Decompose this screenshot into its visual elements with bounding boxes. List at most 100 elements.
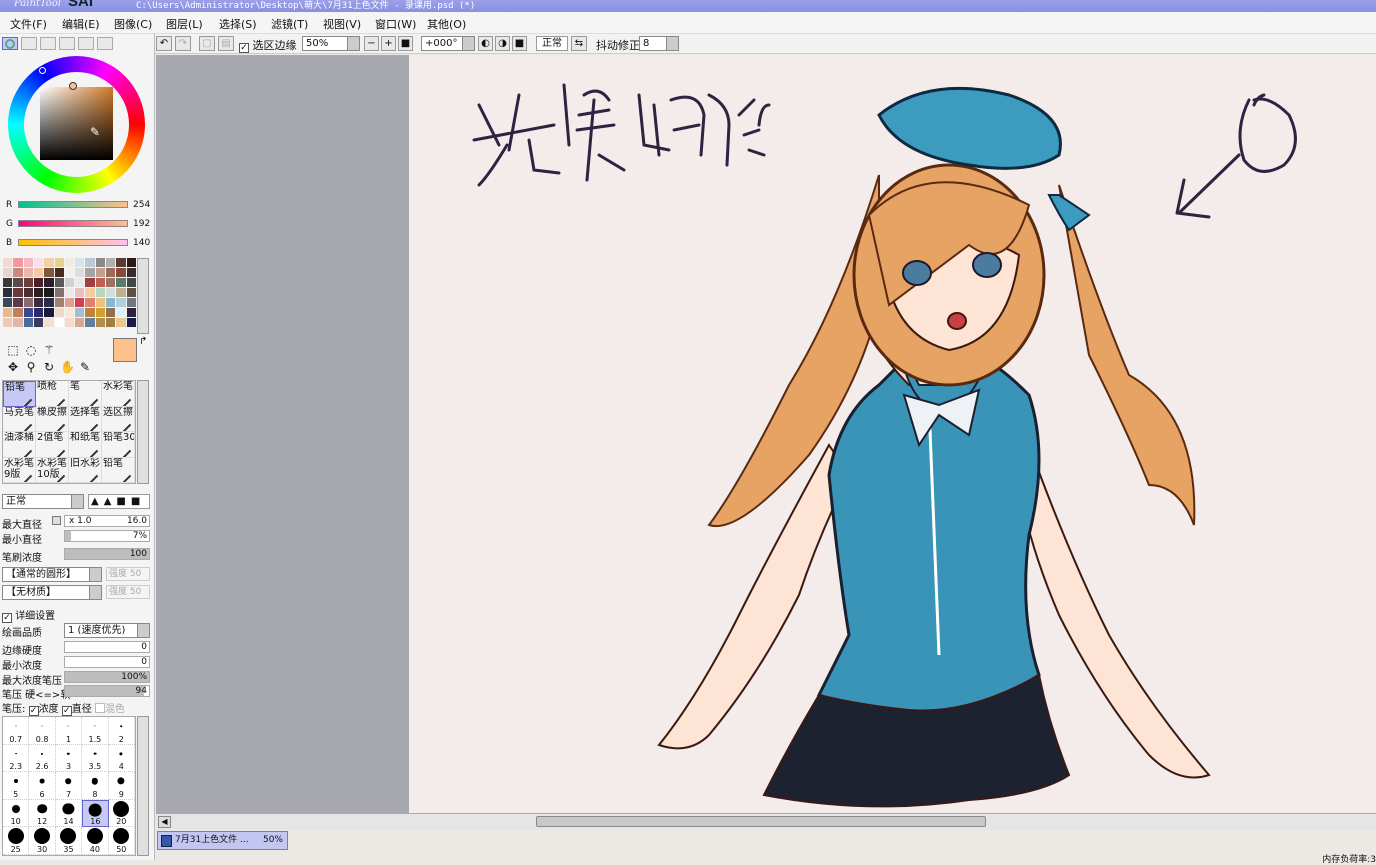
move-icon[interactable]: ✥ xyxy=(6,360,20,374)
tool-item[interactable]: 水彩笔 xyxy=(102,381,135,407)
tool-item[interactable]: 和纸笔 xyxy=(69,432,102,458)
brush-size-preset[interactable]: 50 xyxy=(108,827,135,855)
tool-item[interactable]: 选区擦 xyxy=(102,406,135,432)
color-swatch[interactable] xyxy=(13,278,23,287)
color-swatch[interactable] xyxy=(75,308,85,317)
color-swatch[interactable] xyxy=(116,258,126,267)
color-swatch[interactable] xyxy=(85,318,95,327)
color-swatch[interactable] xyxy=(44,298,54,307)
color-swatch[interactable] xyxy=(23,308,33,317)
tool-item[interactable]: 选择笔 xyxy=(69,406,102,432)
color-swatch[interactable] xyxy=(64,268,75,277)
texture-strength[interactable]: 强度 50 xyxy=(106,585,150,599)
color-swatch[interactable] xyxy=(75,258,85,267)
color-swatch[interactable] xyxy=(54,268,64,277)
tool-item[interactable]: 2值笔 xyxy=(36,432,69,458)
menu-window[interactable]: 窗口(W) xyxy=(375,16,416,32)
tool-item[interactable]: 水彩笔 10版 xyxy=(36,457,69,483)
color-swatch[interactable] xyxy=(64,318,75,327)
edge-slider[interactable]: 0 xyxy=(64,641,150,653)
color-swatch[interactable] xyxy=(126,318,136,327)
texture-select[interactable]: 【无材质】 xyxy=(2,585,102,600)
redo-button[interactable]: ↷ xyxy=(175,36,191,51)
min-size-slider[interactable]: 7% xyxy=(64,530,150,542)
advanced-checkbox[interactable]: ✓ xyxy=(2,613,12,623)
eyedropper-icon[interactable]: ✎ xyxy=(78,360,92,374)
rect-select-icon[interactable]: ⬚ xyxy=(6,343,20,357)
color-swatch[interactable] xyxy=(116,278,126,287)
color-swatch[interactable] xyxy=(13,268,23,277)
hand-icon[interactable]: ✋ xyxy=(60,360,75,374)
color-swatch[interactable] xyxy=(3,258,13,267)
brush-size-preset[interactable]: 3 xyxy=(55,744,83,773)
r-slider[interactable] xyxy=(18,201,128,208)
color-swatch[interactable] xyxy=(64,308,75,317)
color-swatch[interactable] xyxy=(85,288,95,297)
color-mix-tab[interactable] xyxy=(59,37,75,50)
brush-size-preset[interactable]: 9 xyxy=(108,772,135,800)
color-swatch[interactable] xyxy=(106,268,116,277)
swatch-grid[interactable] xyxy=(3,258,136,332)
undo-button[interactable]: ↶ xyxy=(156,36,172,51)
color-swatch[interactable] xyxy=(95,278,106,287)
size-lock-icon[interactable] xyxy=(52,516,61,525)
brush-size-preset[interactable]: 0.7 xyxy=(3,717,30,745)
rotation-select[interactable]: +000° xyxy=(421,36,475,51)
color-swatch[interactable] xyxy=(44,278,54,287)
color-swatch[interactable] xyxy=(33,298,44,307)
color-swatch[interactable] xyxy=(3,288,13,297)
selection-edge-toggle[interactable]: ✓ 选区边缘 xyxy=(239,37,297,53)
color-swatch[interactable] xyxy=(85,308,95,317)
brush-size-preset[interactable]: 20 xyxy=(108,799,135,828)
color-swatch[interactable] xyxy=(75,318,85,327)
brush-size-preset[interactable]: 3.5 xyxy=(82,744,109,773)
menu-select[interactable]: 选择(S) xyxy=(219,16,257,32)
color-swatch[interactable] xyxy=(54,278,64,287)
blend-mode-button[interactable]: 正常 xyxy=(536,36,568,51)
color-swatch[interactable] xyxy=(126,288,136,297)
primary-color[interactable] xyxy=(113,338,137,362)
brush-shape-buttons[interactable]: ▲▲■■ xyxy=(88,494,150,509)
g-slider[interactable] xyxy=(18,220,128,227)
color-swatch[interactable] xyxy=(3,298,13,307)
brush-size-preset[interactable]: 12 xyxy=(29,799,56,828)
rotate-reset-button[interactable]: ■ xyxy=(512,36,527,51)
color-swatch[interactable] xyxy=(116,298,126,307)
blend-mode-select[interactable]: 正常 xyxy=(2,494,84,509)
brush-size-preset[interactable]: 1 xyxy=(55,717,83,745)
color-swatch[interactable] xyxy=(126,278,136,287)
menu-view[interactable]: 视图(V) xyxy=(323,16,361,32)
color-swatch[interactable] xyxy=(126,268,136,277)
stabilizer-select[interactable]: 8 xyxy=(639,36,679,51)
color-swatch[interactable] xyxy=(54,258,64,267)
color-swatch[interactable] xyxy=(64,288,75,297)
color-swatch[interactable] xyxy=(126,258,136,267)
color-swatch[interactable] xyxy=(23,288,33,297)
color-swatch[interactable] xyxy=(13,258,23,267)
menu-edit[interactable]: 编辑(E) xyxy=(62,16,100,32)
brush-size-preset[interactable]: 35 xyxy=(55,827,83,855)
brush-size-preset[interactable]: 2.3 xyxy=(3,744,30,773)
color-swatch[interactable] xyxy=(95,318,106,327)
deselect-button[interactable]: ▢ xyxy=(199,36,215,51)
flip-button[interactable]: ⇆ xyxy=(571,36,587,51)
color-swatch[interactable] xyxy=(33,278,44,287)
tool-scrollbar[interactable] xyxy=(137,380,149,484)
color-swatch[interactable] xyxy=(75,288,85,297)
brush-size-preset[interactable]: 40 xyxy=(82,827,109,855)
color-swatch[interactable] xyxy=(44,258,54,267)
magic-wand-icon[interactable]: ⚚ xyxy=(42,343,56,357)
tool-item[interactable]: 马克笔 xyxy=(3,406,36,432)
menu-image[interactable]: 图像(C) xyxy=(114,16,152,32)
menu-filter[interactable]: 滤镜(T) xyxy=(271,16,308,32)
menu-file[interactable]: 文件(F) xyxy=(10,16,47,32)
max-pressure-slider[interactable]: 100% xyxy=(64,671,150,683)
scroll-left-icon[interactable]: ◀ xyxy=(158,816,171,828)
brush-size-preset[interactable]: 0.8 xyxy=(29,717,56,745)
advanced-row[interactable]: ✓ 详细设置 xyxy=(0,606,155,623)
rotate-icon[interactable]: ↻ xyxy=(42,360,56,374)
color-swatch[interactable] xyxy=(64,278,75,287)
color-swatch[interactable] xyxy=(116,268,126,277)
brush-shape-select[interactable]: 【通常的圆形】 xyxy=(2,567,102,582)
rgb-slider-tab[interactable] xyxy=(21,37,37,50)
